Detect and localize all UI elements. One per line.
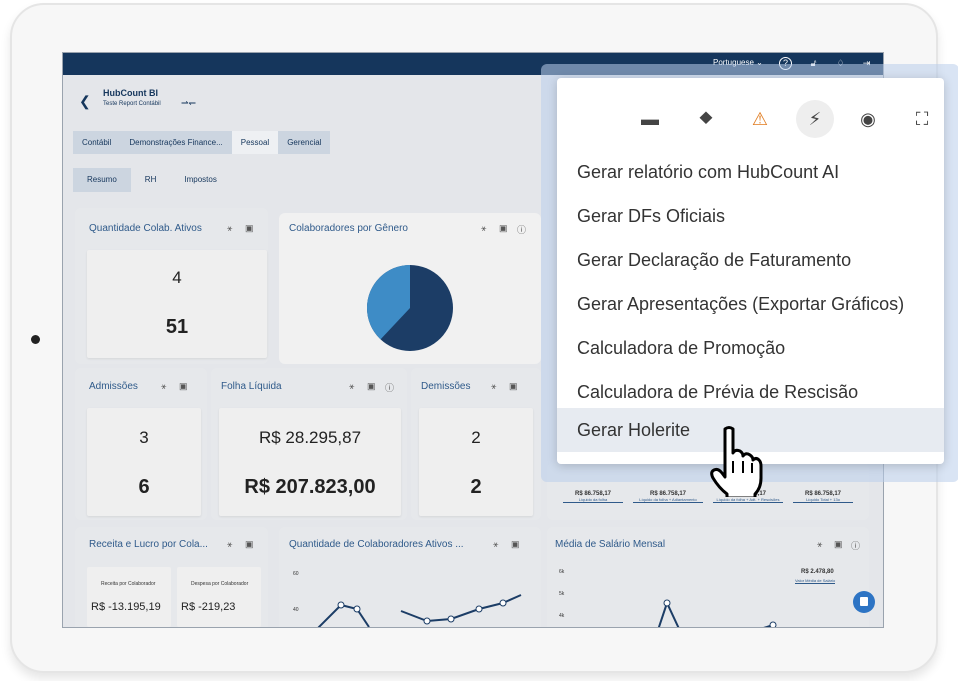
panel-title: Folha Líquida [221, 381, 282, 392]
kpi-delta: 4 [172, 268, 182, 287]
line-series [763, 624, 774, 627]
subtab-rh[interactable]: RH [131, 168, 171, 192]
app-subtitle: Teste Report Contábil [103, 101, 161, 107]
chat-icon [860, 597, 868, 606]
panel-demissoes: Demissões ⚹ ▣ 2 2 [411, 368, 541, 520]
receita-card: Receita por Colaborador R$ -13.195,19 [87, 567, 171, 627]
panel-title: Demissões [421, 381, 471, 392]
point [499, 599, 507, 607]
pin-icon[interactable]: ⚹ [817, 539, 822, 550]
kpi-delta: 3 [139, 428, 149, 447]
kpi-value: R$ 207.823,00 [244, 476, 376, 498]
panel-title: Colaboradores por Gênero [289, 223, 408, 234]
kpi-value: 2 [470, 476, 482, 498]
help-icon[interactable]: ⓘ [385, 381, 394, 394]
image-icon[interactable]: ▣ [367, 381, 376, 392]
point [447, 615, 455, 623]
tablet-camera [31, 335, 40, 344]
kpi-value: 6 [138, 476, 150, 498]
folder-icon[interactable]: ▬ [637, 106, 663, 132]
warning-icon[interactable]: ⚠ [747, 106, 773, 132]
pin-icon[interactable]: ⚹ [481, 223, 486, 234]
chat-button[interactable] [853, 591, 875, 613]
line-series-1 [317, 603, 370, 627]
kpi-card: 2 2 [419, 408, 533, 516]
panel-genero: Colaboradores por Gênero ⚹ ▣ ⓘ [279, 213, 541, 364]
main-tabs: Contábil Demonstrações Finance... Pessoa… [73, 131, 331, 154]
panel-title: Quantidade Colab. Ativos [89, 223, 202, 234]
image-icon[interactable]: ▣ [834, 539, 843, 550]
colab-line-chart [317, 594, 522, 627]
kpi-card: 4 51 [87, 250, 267, 358]
salary-line-chart [657, 599, 777, 627]
image-icon[interactable]: ▣ [245, 539, 254, 550]
image-icon[interactable]: ▣ [499, 223, 508, 234]
hand-pointer-icon [710, 426, 763, 497]
gender-pie-chart [367, 265, 453, 351]
liquido-item: R$ 86.758,17 Líquido Total + 13o [793, 491, 853, 503]
panel-title: Receita e Lucro por Cola... [89, 539, 208, 550]
menu-item-apresentacoes[interactable]: Gerar Apresentações (Exportar Gráficos) [557, 282, 944, 326]
panel-qtd-colab-ativos: Quantidade de Colaboradores Ativos ... ⚹… [279, 527, 541, 627]
point [769, 621, 777, 627]
panel-colab-ativos: Quantidade Colab. Ativos ⚹ ▣ 4 51 [75, 208, 268, 364]
subtab-impostos[interactable]: Impostos [170, 168, 230, 192]
media-value-label: Valor Média de Salário [795, 578, 836, 584]
location-help-icon[interactable]: ⯁ [693, 106, 719, 132]
panel-title: Quantidade de Colaboradores Ativos ... [289, 539, 464, 550]
fullscreen-icon[interactable]: ⛶ [909, 106, 935, 132]
kpi-delta: 2 [471, 428, 481, 447]
point [353, 605, 361, 613]
image-icon[interactable]: ▣ [179, 381, 188, 392]
help-icon[interactable]: ⓘ [517, 223, 526, 236]
kpi-value: 51 [165, 316, 189, 338]
menu-item-calculadora-promocao[interactable]: Calculadora de Promoção [557, 326, 944, 370]
actions-popup: ▬ ⯁ ⚠ ⚡︎ ◉ ⛶ Gerar relatório com HubCoun… [557, 78, 944, 464]
panel-receita-lucro: Receita e Lucro por Cola... ⚹ ▣ Receita … [75, 527, 268, 627]
point [337, 601, 345, 609]
panel-media-salario: Média de Salário Mensal ⚹ ▣ ⓘ 6k 5k 4k R… [547, 527, 869, 627]
liquido-item: R$ 86.758,17 Líquido da folha + Adiantam… [633, 491, 703, 503]
menu-item-declaracao-faturamento[interactable]: Gerar Declaração de Faturamento [557, 238, 944, 282]
panel-title: Média de Salário Mensal [555, 539, 666, 550]
menu-item-gerar-dfs[interactable]: Gerar DFs Oficiais [557, 194, 944, 238]
image-icon[interactable]: ▣ [511, 539, 520, 550]
pin-icon[interactable]: ⚹ [227, 223, 232, 234]
line-series-2 [400, 594, 522, 623]
image-icon[interactable]: ▣ [245, 223, 254, 234]
image-icon[interactable]: ▣ [509, 381, 518, 392]
menu-item-gerar-relatorio-ai[interactable]: Gerar relatório com HubCount AI [557, 150, 944, 194]
kpi-card: 3 6 [87, 408, 201, 516]
media-value: R$ 2.478,80 [801, 569, 834, 575]
point [663, 599, 671, 607]
pin-icon[interactable]: ⚹ [493, 539, 498, 550]
panel-title: Admissões [89, 381, 138, 392]
tab-gerencial[interactable]: Gerencial [278, 131, 331, 154]
subtab-resumo[interactable]: Resumo [73, 168, 131, 192]
despesa-card: Despesa por Colaborador R$ -219,23 [177, 567, 261, 627]
kpi-delta: R$ 28.295,87 [258, 428, 362, 447]
point [475, 605, 483, 613]
line-series [657, 600, 680, 627]
sub-tabs: Resumo RH Impostos [73, 168, 231, 192]
back-icon[interactable]: ❮ [79, 93, 91, 110]
eye-icon[interactable]: ◉ [855, 106, 881, 132]
tab-demonstracoes[interactable]: Demonstrações Finance... [120, 131, 232, 154]
liquido-item: R$ 86.758,17 Líquido da folha [563, 491, 623, 503]
swap-icon[interactable]: ⇀↽ [181, 98, 196, 109]
bolt-icon[interactable]: ⚡︎ [802, 106, 828, 132]
tab-contabil[interactable]: Contábil [73, 131, 121, 154]
pin-icon[interactable]: ⚹ [227, 539, 232, 550]
help-icon[interactable]: ⓘ [851, 539, 860, 552]
panel-folha-liquida: Folha Líquida ⚹ ▣ ⓘ R$ 28.295,87 R$ 207.… [211, 368, 407, 520]
point [423, 617, 431, 625]
pin-icon[interactable]: ⚹ [161, 381, 166, 392]
panel-admissoes: Admissões ⚹ ▣ 3 6 [75, 368, 207, 520]
kpi-card: R$ 28.295,87 R$ 207.823,00 [219, 408, 401, 516]
pin-icon[interactable]: ⚹ [491, 381, 496, 392]
pin-icon[interactable]: ⚹ [349, 381, 354, 392]
tab-pessoal[interactable]: Pessoal [231, 131, 279, 154]
app-title: HubCount BI [103, 88, 158, 98]
